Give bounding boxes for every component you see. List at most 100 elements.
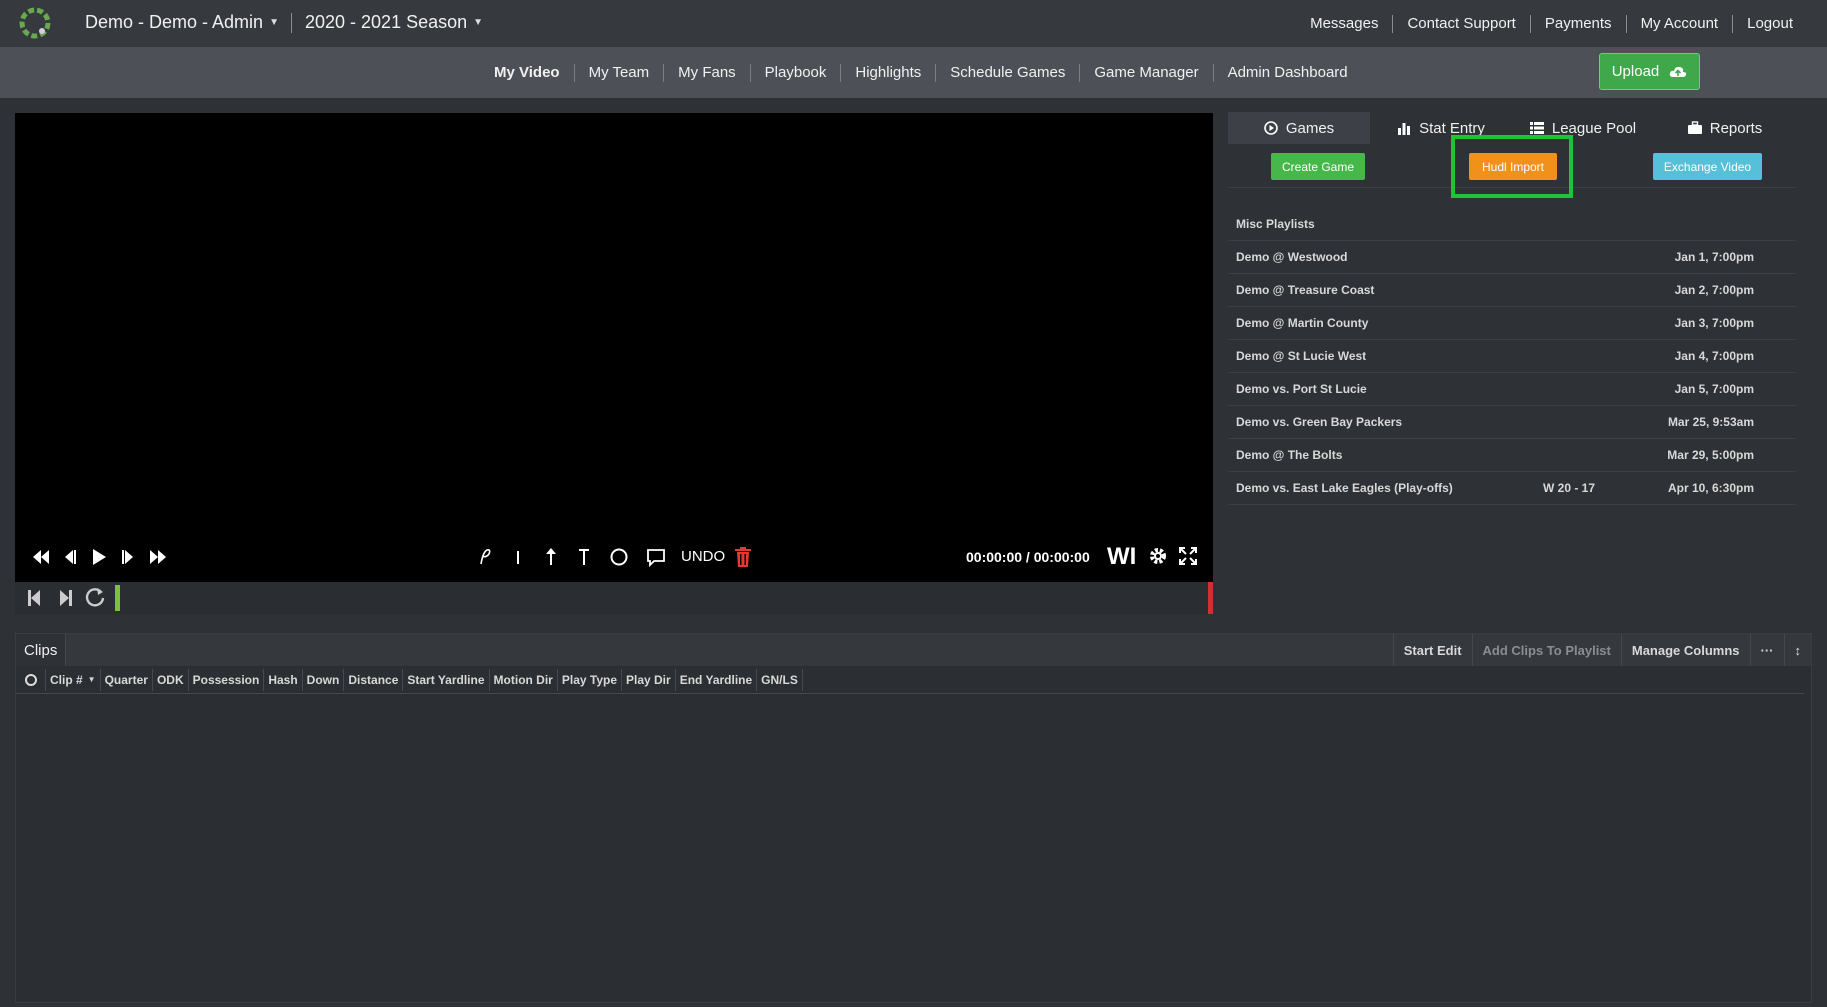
column-start-yardline[interactable]: Start Yardline — [403, 668, 490, 691]
main-nav: My Video My Team My Fans Playbook Highli… — [0, 47, 1827, 98]
highlight-box — [1451, 135, 1573, 198]
exchange-video-button[interactable]: Exchange Video — [1653, 153, 1762, 180]
start-edit-button[interactable]: Start Edit — [1392, 634, 1472, 666]
line-tool-icon[interactable] — [515, 548, 521, 566]
team-selector[interactable]: Demo - Demo - Admin ▼ — [85, 12, 279, 33]
tab-reports-label: Reports — [1709, 119, 1763, 137]
select-all-radio[interactable] — [16, 668, 46, 691]
nav-my-fans[interactable]: My Fans — [663, 63, 750, 82]
game-row[interactable]: Demo @ Martin County Jan 3, 7:00pm — [1228, 307, 1796, 340]
more-options-button[interactable]: ··· — [1749, 634, 1784, 666]
column-hash[interactable]: Hash — [264, 668, 303, 691]
skip-to-start-icon[interactable] — [26, 588, 42, 608]
column-motion-dir[interactable]: Motion Dir — [490, 668, 558, 691]
trash-icon[interactable] — [734, 546, 752, 568]
expand-toggle-button[interactable]: ↕ — [1783, 634, 1812, 666]
rewind-icon[interactable] — [31, 548, 51, 566]
game-date: Jan 1, 7:00pm — [1674, 250, 1754, 264]
logout-link[interactable]: Logout — [1732, 14, 1807, 33]
comment-icon[interactable] — [646, 547, 666, 567]
create-game-button[interactable]: Create Game — [1271, 153, 1365, 180]
game-row[interactable]: Demo vs. Port St Lucie Jan 5, 7:00pm — [1228, 373, 1796, 406]
briefcase-icon — [1687, 121, 1702, 134]
game-row[interactable]: Demo @ Westwood Jan 1, 7:00pm — [1228, 241, 1796, 274]
circle-tool-icon[interactable] — [609, 547, 629, 567]
game-row[interactable]: Demo @ St Lucie West Jan 4, 7:00pm — [1228, 340, 1796, 373]
column-quarter[interactable]: Quarter — [101, 668, 153, 691]
tab-games-label: Games — [1285, 119, 1335, 137]
skip-to-end-icon[interactable] — [58, 588, 74, 608]
game-date: Jan 4, 7:00pm — [1674, 349, 1754, 363]
game-date: Apr 10, 6:30pm — [1667, 481, 1754, 495]
chevron-down-icon: ▼ — [269, 17, 279, 28]
account-links: Messages Contact Support Payments My Acc… — [1296, 0, 1807, 47]
step-forward-icon[interactable] — [121, 548, 137, 566]
fast-forward-icon[interactable] — [148, 548, 168, 566]
nav-schedule-games[interactable]: Schedule Games — [935, 63, 1079, 82]
freehand-draw-icon[interactable] — [477, 546, 495, 566]
game-row[interactable]: Demo @ The Bolts Mar 29, 5:00pm — [1228, 439, 1796, 472]
game-row[interactable]: Demo @ Treasure Coast Jan 2, 7:00pm — [1228, 274, 1796, 307]
column-gn-ls[interactable]: GN/LS — [757, 668, 803, 691]
block-tool-icon[interactable] — [577, 546, 591, 566]
game-row[interactable]: Demo vs. East Lake Eagles (Play-offs) W … — [1228, 472, 1796, 505]
nav-playbook[interactable]: Playbook — [749, 63, 841, 82]
wi-button[interactable]: WI — [1107, 543, 1136, 571]
game-date: Mar 25, 9:53am — [1667, 415, 1754, 429]
game-name: Demo @ Martin County — [1236, 316, 1369, 330]
tab-clips[interactable]: Clips — [16, 634, 67, 666]
game-row[interactable]: Demo vs. Green Bay Packers Mar 25, 9:53a… — [1228, 406, 1796, 439]
manage-columns-button[interactable]: Manage Columns — [1620, 634, 1750, 666]
list-icon — [1529, 122, 1544, 134]
clips-panel: Clips Start Edit Add Clips To Playlist M… — [15, 633, 1812, 1003]
settings-gear-icon[interactable] — [1148, 546, 1168, 566]
column-odk[interactable]: ODK — [153, 668, 189, 691]
clips-actions: Start Edit Add Clips To Playlist Manage … — [1392, 634, 1812, 666]
game-name: Demo vs. East Lake Eagles (Play-offs) — [1236, 481, 1453, 495]
fullscreen-icon[interactable] — [1178, 546, 1198, 566]
column-play-type[interactable]: Play Type — [558, 668, 622, 691]
playlist-section-header[interactable]: Misc Playlists — [1228, 208, 1796, 241]
game-name: Demo @ St Lucie West — [1236, 349, 1367, 363]
my-account-link[interactable]: My Account — [1625, 14, 1733, 33]
divider — [291, 13, 292, 33]
payments-link[interactable]: Payments — [1529, 14, 1626, 33]
tab-games[interactable]: Games — [1228, 112, 1370, 144]
add-clips-to-playlist-button[interactable]: Add Clips To Playlist — [1471, 634, 1621, 666]
play-icon[interactable] — [91, 548, 107, 566]
undo-button[interactable]: UNDO — [681, 548, 725, 565]
arrow-tool-icon[interactable] — [544, 546, 558, 566]
contact-support-link[interactable]: Contact Support — [1392, 14, 1529, 33]
timeline-start-marker[interactable] — [115, 585, 120, 611]
nav-game-manager[interactable]: Game Manager — [1079, 63, 1212, 82]
timecode: 00:00:00 / 00:00:00 — [966, 549, 1090, 565]
messages-link[interactable]: Messages — [1296, 15, 1392, 33]
video-player[interactable] — [15, 113, 1213, 582]
season-selector[interactable]: 2020 - 2021 Season ▼ — [305, 12, 483, 33]
sort-caret-icon: ▼ — [87, 675, 96, 684]
nav-my-video[interactable]: My Video — [480, 64, 574, 82]
play-circle-icon — [1264, 121, 1278, 135]
column-end-yardline[interactable]: End Yardline — [676, 668, 758, 691]
nav-my-team[interactable]: My Team — [573, 63, 664, 82]
radio-circle-icon — [24, 673, 37, 686]
tab-stat-entry-label: Stat Entry — [1419, 119, 1485, 137]
top-bar: Demo - Demo - Admin ▼ 2020 - 2021 Season… — [0, 0, 1827, 47]
nav-highlights[interactable]: Highlights — [840, 63, 935, 82]
column-distance[interactable]: Distance — [344, 668, 404, 691]
timeline-end-marker[interactable] — [1208, 582, 1213, 614]
refresh-icon[interactable] — [84, 586, 106, 608]
app-logo[interactable] — [18, 6, 52, 40]
step-back-icon[interactable] — [61, 548, 77, 566]
season-selector-label: 2020 - 2021 Season — [305, 12, 468, 32]
column-play-dir[interactable]: Play Dir — [622, 668, 676, 691]
timeline-bar[interactable] — [15, 582, 1213, 614]
column-possession[interactable]: Possession — [189, 668, 265, 691]
tab-reports[interactable]: Reports — [1654, 112, 1796, 144]
nav-admin-dashboard[interactable]: Admin Dashboard — [1212, 63, 1362, 82]
cloud-upload-icon — [1670, 66, 1687, 77]
column-down[interactable]: Down — [303, 668, 345, 691]
column-clip-number[interactable]: Clip # ▼ — [46, 668, 101, 691]
game-name: Demo vs. Green Bay Packers — [1236, 415, 1403, 429]
upload-button[interactable]: Upload — [1599, 53, 1700, 90]
